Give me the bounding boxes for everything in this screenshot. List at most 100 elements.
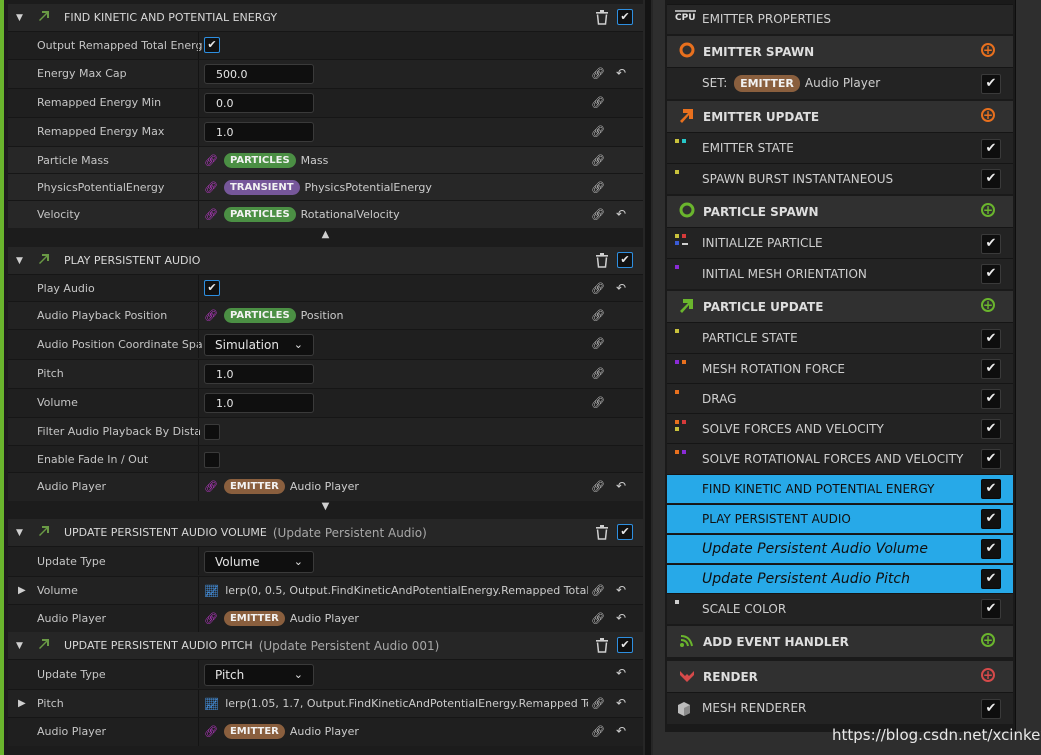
chevron-right-icon[interactable]: ▶ [18,698,26,709]
enable-checkbox[interactable]: ✔ [617,252,633,268]
chevron-up-icon[interactable]: ▲ [322,229,330,240]
chevron-right-icon[interactable]: ▶ [18,585,26,596]
enable-checkbox[interactable]: ✔ [981,449,1001,469]
enable-checkbox[interactable]: ✔ [981,569,1001,589]
section-play-audio-header[interactable]: ▼ PLAY PERSISTENT AUDIO ✔ [8,247,643,274]
trash-icon[interactable] [595,525,609,543]
enable-checkbox[interactable]: ✔ [981,169,1001,189]
link-icon[interactable]: 🔗︎ [591,367,605,380]
link-icon[interactable]: 🔗︎ [591,309,605,322]
add-module-plus-icon[interactable]: + [981,633,995,647]
link-icon[interactable]: 🔗︎ [204,725,218,738]
remapped-max-input[interactable]: 1.0 [204,122,314,142]
enable-checkbox[interactable]: ✔ [981,139,1001,159]
remapped-min-input[interactable]: 0.0 [204,93,314,113]
module-play-persistent-audio[interactable]: PLAY PERSISTENT AUDIO ✔ [667,504,1013,533]
enable-checkbox[interactable]: ✔ [617,9,633,25]
enable-checkbox[interactable]: ✔ [981,329,1001,349]
module-particle-state[interactable]: PARTICLE STATE ✔ [667,322,1013,354]
trash-icon[interactable] [595,253,609,271]
link-icon[interactable]: 🔗︎ [591,125,605,138]
link-icon[interactable]: 🔗︎ [591,584,605,597]
reset-icon[interactable]: ↶ [616,611,626,625]
pitch-input[interactable]: 1.0 [204,364,314,384]
chevron-down-icon[interactable]: ▼ [16,641,30,651]
link-icon[interactable]: 🔗︎ [591,725,605,738]
section-update-volume-header[interactable]: ▼ UPDATE PERSISTENT AUDIO VOLUME (Update… [8,519,643,546]
module-scale-color[interactable]: SCALE COLOR ✔ [667,593,1013,624]
enable-checkbox[interactable]: ✔ [981,539,1001,559]
enable-checkbox[interactable]: ✔ [981,264,1001,284]
enable-checkbox[interactable]: ✔ [617,637,633,653]
set-audio-player-row[interactable]: SET: EMITTER Audio Player ✔ [667,67,1013,99]
section-find-kinetic-header[interactable]: ▼ FIND KINETIC AND POTENTIAL ENERGY ✔ [8,4,643,31]
link-icon[interactable]: 🔗︎ [591,697,605,710]
enable-checkbox[interactable]: ✔ [981,359,1001,379]
module-initialize-particle[interactable]: INITIALIZE PARTICLE ✔ [667,227,1013,259]
add-module-plus-icon[interactable]: + [981,298,995,312]
expand-advanced-button[interactable]: ▼ [8,501,643,519]
link-icon[interactable]: 🔗︎ [591,208,605,221]
reset-icon[interactable]: ↶ [616,583,626,597]
link-icon[interactable]: 🔗︎ [591,337,605,350]
add-event-handler-header[interactable]: ADD EVENT HANDLER + [667,626,1013,657]
reset-icon[interactable]: ↶ [616,724,626,738]
expression-value[interactable]: lerp(1.05, 1.7, Output.FindKineticAndPot… [225,697,588,710]
reset-icon[interactable]: ↶ [616,666,626,680]
link-icon[interactable]: 🔗︎ [204,154,218,167]
module-solve-rotational-forces[interactable]: SOLVE ROTATIONAL FORCES AND VELOCITY ✔ [667,443,1013,474]
reset-icon[interactable]: ↶ [616,479,626,493]
link-icon[interactable]: 🔗︎ [591,612,605,625]
volume-input[interactable]: 1.0 [204,393,314,413]
link-icon[interactable]: 🔗︎ [591,67,605,80]
reset-icon[interactable]: ↶ [616,207,626,221]
chevron-down-icon[interactable]: ▼ [16,528,30,538]
enable-fade-checkbox[interactable] [204,451,220,468]
section-update-pitch-header[interactable]: ▼ UPDATE PERSISTENT AUDIO PITCH (Update … [8,632,643,659]
chevron-down-icon[interactable]: ▼ [322,501,330,512]
chevron-down-icon[interactable]: ▼ [16,13,30,23]
collapse-advanced-button[interactable]: ▲ [8,229,643,247]
link-icon[interactable]: 🔗︎ [591,282,605,295]
module-drag[interactable]: DRAG ✔ [667,383,1013,414]
link-icon[interactable]: 🔗︎ [591,396,605,409]
add-module-plus-icon[interactable]: + [981,203,995,217]
reset-icon[interactable]: ↶ [616,66,626,80]
link-icon[interactable]: 🔗︎ [204,181,218,194]
enable-checkbox[interactable]: ✔ [981,234,1001,254]
enable-checkbox[interactable]: ✔ [981,389,1001,409]
play-audio-checkbox[interactable]: ✔ [204,280,220,296]
link-icon[interactable]: 🔗︎ [591,154,605,167]
add-module-plus-icon[interactable]: + [981,668,995,682]
enable-checkbox[interactable]: ✔ [981,699,1001,719]
emitter-update-header[interactable]: EMITTER UPDATE + [667,101,1013,132]
render-header[interactable]: RENDER + [667,661,1013,692]
link-icon[interactable]: 🔗︎ [204,612,218,625]
expression-value[interactable]: lerp(0, 0.5, Output.FindKineticAndPotent… [225,584,588,597]
trash-icon[interactable] [595,10,609,28]
chevron-down-icon[interactable]: ▼ [16,256,30,266]
scrollbar-track[interactable] [645,0,651,755]
link-icon[interactable]: 🔗︎ [204,208,218,221]
particle-spawn-header[interactable]: PARTICLE SPAWN + [667,196,1013,227]
output-remapped-checkbox[interactable]: ✔ [204,37,220,53]
reset-icon[interactable]: ↶ [616,281,626,295]
add-module-plus-icon[interactable]: + [981,108,995,122]
particle-update-header[interactable]: PARTICLE UPDATE + [667,291,1013,322]
enable-checkbox[interactable]: ✔ [981,509,1001,529]
enable-checkbox[interactable]: ✔ [981,74,1001,94]
filter-distance-checkbox[interactable] [204,423,220,440]
update-type-dropdown[interactable]: Volume ⌄ [204,550,314,573]
enable-checkbox[interactable]: ✔ [981,479,1001,499]
emitter-properties-row[interactable]: CPU EMITTER PROPERTIES [667,4,1013,34]
module-update-audio-pitch[interactable]: Update Persistent Audio Pitch ✔ [667,564,1013,593]
coordinate-space-dropdown[interactable]: Simulation ⌄ [204,333,314,356]
enable-checkbox[interactable]: ✔ [981,599,1001,619]
link-icon[interactable]: 🔗︎ [204,309,218,322]
link-icon[interactable]: 🔗︎ [204,480,218,493]
module-initial-mesh-orientation[interactable]: INITIAL MESH ORIENTATION ✔ [667,258,1013,289]
link-icon[interactable]: 🔗︎ [591,480,605,493]
module-solve-forces[interactable]: SOLVE FORCES AND VELOCITY ✔ [667,413,1013,444]
reset-icon[interactable]: ↶ [616,696,626,710]
module-mesh-rotation-force[interactable]: MESH ROTATION FORCE ✔ [667,353,1013,384]
